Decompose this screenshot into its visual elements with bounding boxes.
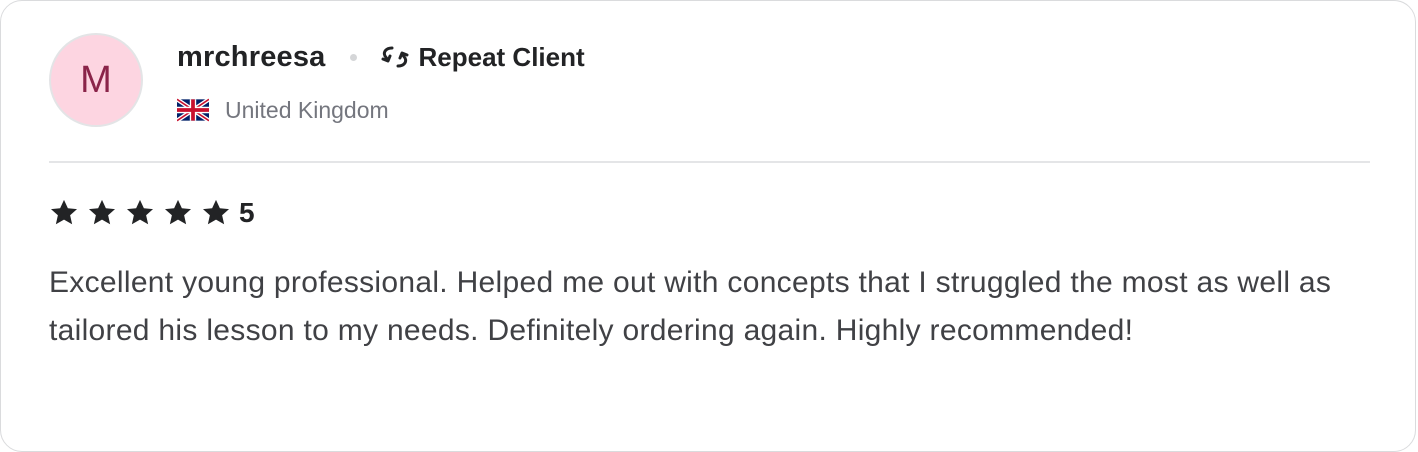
divider — [49, 161, 1370, 163]
country-name: United Kingdom — [225, 96, 389, 123]
review-text: Excellent young professional. Helped me … — [49, 266, 1332, 347]
star-icon — [89, 199, 115, 225]
uk-flag-icon — [177, 98, 209, 122]
repeat-icon — [381, 46, 409, 68]
review-card: M mrchreesa Repeat Client United Kingdom… — [0, 0, 1416, 452]
star-icon — [127, 199, 153, 225]
reviewer-header: mrchreesa Repeat Client — [177, 37, 585, 77]
rating-value: 5 — [239, 197, 255, 228]
avatar-initial: M — [80, 59, 112, 101]
star-icon — [165, 199, 191, 225]
reviewer-location: United Kingdom — [177, 95, 389, 125]
repeat-client-badge: Repeat Client — [418, 41, 585, 72]
avatar[interactable]: M — [49, 33, 143, 127]
star-icon — [203, 199, 229, 225]
separator-dot — [349, 53, 357, 61]
reviewer-username[interactable]: mrchreesa — [177, 41, 326, 74]
star-icon — [51, 199, 77, 225]
star-rating: 5 — [49, 195, 255, 231]
